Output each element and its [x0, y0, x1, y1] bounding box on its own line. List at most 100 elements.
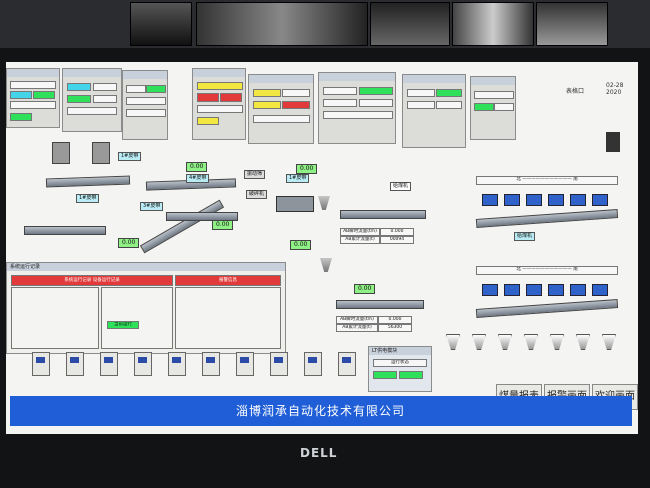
panel-row [10, 81, 56, 89]
panel-cell[interactable] [282, 101, 310, 109]
cabinet-icon[interactable] [338, 352, 356, 376]
feeder-icon[interactable] [482, 194, 498, 206]
panel-cell [282, 89, 310, 97]
panel-cell[interactable] [253, 101, 281, 109]
flow-readout: 0.00 [290, 240, 312, 250]
cabinet-icon[interactable] [168, 352, 186, 376]
crusher-icon[interactable] [276, 196, 314, 212]
camera-feed [536, 2, 608, 46]
feeder-header-row: 北 ——————————— 南 [476, 176, 618, 185]
record-header[interactable]: 系统运行记录 设备运行记录 [11, 275, 173, 286]
panel-cell[interactable] [197, 93, 219, 102]
belt-label: 4#皮带 [186, 174, 210, 183]
equipment-label: 振动筛 [244, 170, 266, 179]
cabinet-icon[interactable] [66, 352, 84, 376]
panel-cell[interactable] [33, 91, 55, 99]
feeder-icon[interactable] [526, 194, 542, 206]
panel-title [123, 71, 167, 79]
record-window[interactable]: 系统运行记录 系统运行记录 设备运行记录 报警信息 当前运行 [6, 262, 286, 354]
record-list [11, 287, 99, 349]
feeder-icon[interactable] [570, 194, 586, 206]
panel-title [319, 73, 395, 81]
control-panel[interactable] [62, 68, 122, 132]
plc-cell[interactable] [373, 371, 397, 379]
silo-icon [446, 334, 460, 350]
feeder-icon[interactable] [548, 194, 564, 206]
panel-cell [359, 99, 393, 107]
silo-icon [602, 334, 616, 350]
conveyor-belt[interactable] [24, 226, 106, 235]
plc-cell[interactable] [399, 371, 423, 379]
panel-row [67, 107, 117, 115]
scale-row-label: AB瞬时流量(t/h) [340, 228, 380, 236]
feeder-icon[interactable] [592, 194, 608, 206]
hopper-icon [320, 258, 332, 272]
panel-row [197, 105, 243, 113]
control-panel[interactable] [318, 72, 396, 144]
crusher-icon[interactable] [92, 142, 110, 164]
panel-cell[interactable] [146, 85, 166, 93]
alarm-header[interactable]: 报警信息 [175, 275, 281, 286]
panel-cell[interactable] [253, 89, 281, 97]
panel-cell[interactable] [474, 103, 494, 111]
feeder-icon[interactable] [526, 284, 542, 296]
feeder-icon[interactable] [592, 284, 608, 296]
control-panel[interactable] [470, 76, 516, 140]
cabinet-icon[interactable] [100, 352, 118, 376]
camera-feed [130, 2, 192, 46]
panel-cell [323, 87, 357, 95]
clock-label: 表格口 [566, 88, 585, 95]
panel-cell[interactable] [197, 82, 243, 90]
control-panel[interactable] [122, 70, 168, 140]
feeder-icon[interactable] [504, 194, 520, 206]
panel-cell [323, 99, 357, 107]
cabinet-icon[interactable] [236, 352, 254, 376]
direction-south: 南 [573, 177, 578, 182]
conveyor-belt[interactable] [45, 175, 131, 188]
equipment-label: 给煤机 [390, 182, 412, 191]
feeder-icon[interactable] [570, 284, 586, 296]
cabinet-icon[interactable] [304, 352, 322, 376]
flow-readout: 0.00 [296, 164, 318, 174]
cabinet-icon[interactable] [202, 352, 220, 376]
flow-readout: 0.00 [186, 162, 208, 172]
conveyor-belt[interactable] [475, 299, 619, 318]
feeder-icon[interactable] [504, 284, 520, 296]
scale-row-label: AB瞬时流量(t/h) [336, 316, 378, 324]
control-panel[interactable] [402, 74, 466, 148]
cabinet-icon[interactable] [134, 352, 152, 376]
conveyor-belt[interactable] [475, 209, 619, 228]
panel-row [474, 91, 514, 99]
flow-readout: 0.00 [212, 220, 234, 230]
scale-total: 0.000 [378, 316, 412, 324]
feeder-icon[interactable] [548, 284, 564, 296]
panel-title [193, 69, 245, 77]
panel-cell [407, 89, 435, 97]
control-panel[interactable] [6, 68, 60, 128]
panel-cell[interactable] [10, 91, 32, 99]
company-name: 淄博润承自动化技术有限公司 [236, 404, 406, 418]
panel-cell[interactable] [10, 113, 32, 121]
panel-cell [436, 101, 462, 109]
conveyor-belt[interactable] [336, 300, 424, 309]
control-panel[interactable] [248, 74, 314, 144]
panel-cell[interactable] [359, 87, 393, 95]
panel-cell[interactable] [67, 95, 91, 103]
conveyor-belt[interactable] [340, 210, 426, 219]
cabinet-icon[interactable] [270, 352, 288, 376]
monitor-brand-logo: DELL [300, 446, 338, 460]
feeder-icon[interactable] [482, 284, 498, 296]
cctv-monitor-strip [0, 0, 650, 52]
panel-title [63, 69, 121, 77]
crusher-icon[interactable] [52, 142, 70, 164]
control-panel[interactable] [192, 68, 246, 140]
panel-title [7, 69, 59, 77]
panel-cell[interactable] [436, 89, 462, 97]
conveyor-belt[interactable] [166, 212, 238, 221]
panel-row [323, 111, 393, 119]
cabinet-icon[interactable] [32, 352, 50, 376]
panel-cell[interactable] [197, 117, 219, 125]
panel-cell[interactable] [67, 83, 91, 91]
panel-cell[interactable] [220, 93, 242, 102]
plc-window[interactable]: LT供电模块 运行状态 [368, 346, 432, 392]
